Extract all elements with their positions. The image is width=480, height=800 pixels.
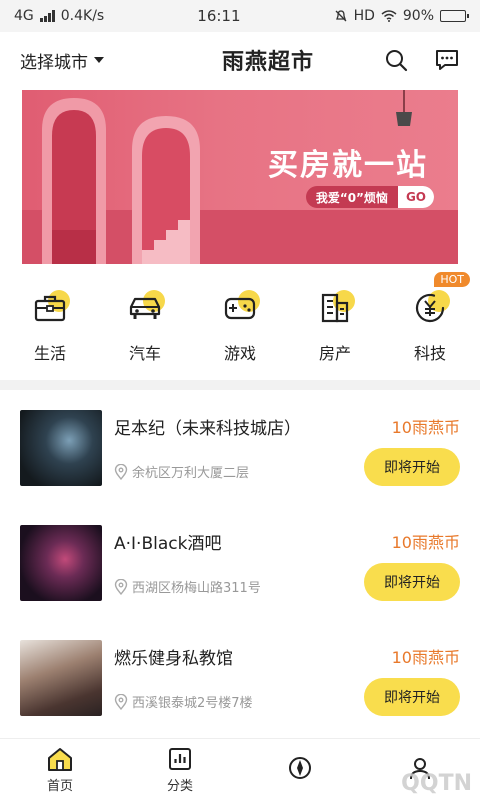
- venue-price: 10雨燕币: [391, 648, 460, 667]
- category-property[interactable]: 房产: [303, 284, 367, 374]
- tab-explore[interactable]: [260, 755, 340, 784]
- network-type: 4G: [14, 8, 34, 24]
- search-icon[interactable]: [384, 48, 408, 72]
- battery-percent: 90%: [402, 8, 434, 24]
- venue-address: 西溪银泰城2号楼7楼: [114, 692, 253, 711]
- venue-price: 10雨燕币: [391, 418, 460, 437]
- status-bar: 4G 0.4K/s 16:11 HD 90%: [0, 0, 480, 32]
- venue-thumbnail: [20, 640, 102, 716]
- app-title: 雨燕超市: [221, 49, 314, 75]
- home-icon: [48, 747, 72, 771]
- gamepad-icon: [224, 297, 256, 320]
- city-selector-label: 选择城市: [20, 52, 88, 73]
- list-item[interactable]: 足本纪（未来科技城店） 余杭区万利大厦二层 10雨燕币 即将开始: [20, 390, 460, 505]
- category-game[interactable]: 游戏: [208, 284, 272, 374]
- category-car[interactable]: 汽车: [113, 284, 177, 374]
- category-label: 房产: [318, 344, 351, 363]
- category-tech[interactable]: HOT 科技: [398, 272, 470, 374]
- wifi-icon: [381, 10, 397, 22]
- city-selector[interactable]: 选择城市: [20, 48, 104, 73]
- venue-address-text: 西湖区杨梅山路311号: [132, 581, 261, 596]
- location-pin-icon: [114, 463, 128, 480]
- header: 选择城市 雨燕超市: [0, 32, 480, 88]
- watermark: QQTN: [401, 771, 472, 796]
- venue-price: 10雨燕币: [391, 533, 460, 552]
- start-button[interactable]: 即将开始: [364, 448, 460, 486]
- briefcase-icon: [34, 295, 66, 322]
- caret-down-icon: [94, 57, 104, 63]
- mute-icon: [335, 10, 347, 22]
- banner-title: 买房就一站: [268, 148, 428, 183]
- category-label: 生活: [33, 344, 66, 363]
- category-label: 游戏: [223, 344, 256, 363]
- section-divider: [0, 380, 480, 390]
- list-item[interactable]: A·Ⅰ·Black酒吧 西湖区杨梅山路311号 10雨燕币 即将开始: [20, 505, 460, 620]
- banner-tagline: 我爱“0”烦恼 GO: [305, 186, 434, 208]
- category-life[interactable]: 生活: [18, 284, 82, 374]
- tab-label: 首页: [46, 778, 73, 794]
- tab-home[interactable]: 首页: [20, 746, 100, 794]
- location-pin-icon: [114, 578, 128, 595]
- banner-go-button[interactable]: GO: [397, 186, 434, 208]
- start-button[interactable]: 即将开始: [364, 678, 460, 716]
- category-label: 科技: [413, 344, 446, 363]
- venue-address: 西湖区杨梅山路311号: [114, 577, 261, 596]
- hd-label: HD: [353, 8, 375, 24]
- venue-address-text: 余杭区万利大厦二层: [132, 466, 250, 481]
- venue-address-text: 西溪银泰城2号楼7楼: [132, 696, 253, 711]
- category-row: 生活 汽车 游戏 房产 HOT 科技: [0, 272, 480, 374]
- banner-tagline-text: 我爱“0”烦恼: [315, 190, 388, 205]
- promo-banner[interactable]: 买房就一站 我爱“0”烦恼 GO: [22, 90, 458, 264]
- battery-icon: [440, 10, 469, 22]
- tab-category[interactable]: 分类: [140, 746, 220, 794]
- chart-icon: [169, 747, 191, 770]
- signal-icon: [39, 10, 55, 22]
- status-time: 16:11: [197, 7, 241, 25]
- tab-label: 分类: [166, 778, 193, 794]
- message-icon[interactable]: [434, 48, 460, 72]
- location-pin-icon: [114, 693, 128, 710]
- venue-list: 足本纪（未来科技城店） 余杭区万利大厦二层 10雨燕币 即将开始 A·Ⅰ·Bla…: [0, 390, 480, 735]
- yen-coin-icon: [415, 293, 445, 323]
- start-button[interactable]: 即将开始: [364, 563, 460, 601]
- venue-thumbnail: [20, 525, 102, 601]
- venue-address: 余杭区万利大厦二层: [114, 462, 249, 481]
- network-speed: 0.4K/s: [60, 8, 105, 24]
- category-label: 汽车: [128, 344, 161, 363]
- building-icon: [321, 293, 349, 323]
- list-item[interactable]: 燃乐健身私教馆 西溪银泰城2号楼7楼 10雨燕币 即将开始: [20, 620, 460, 735]
- car-icon: [129, 297, 161, 319]
- venue-thumbnail: [20, 410, 102, 486]
- explore-icon: [289, 757, 311, 779]
